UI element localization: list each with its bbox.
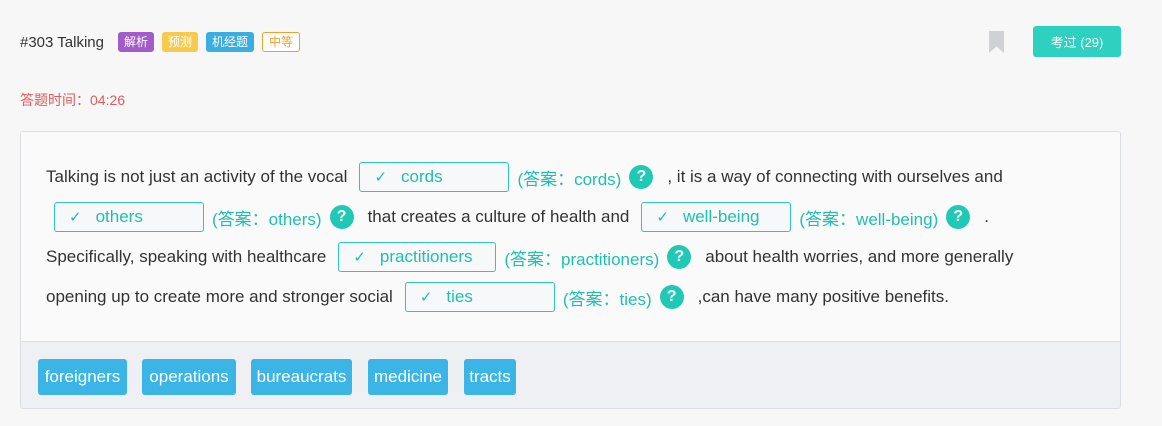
blank-value: practitioners	[379, 247, 473, 266]
blank-field[interactable]: ✓ well-being	[641, 202, 792, 232]
help-icon[interactable]: ?	[946, 205, 971, 229]
word-chip[interactable]: operations	[142, 359, 236, 395]
passage-line: Talking is not just an activity of the v…	[46, 162, 1003, 192]
blank-value: cords	[401, 167, 443, 186]
blank-field[interactable]: ✓ ties	[404, 282, 555, 312]
blank-field[interactable]: ✓ cords	[359, 162, 510, 192]
check-icon: ✓	[656, 209, 669, 226]
blank-value: others	[95, 207, 143, 226]
tag-analysis[interactable]: 解析	[117, 32, 154, 52]
tag-exam-question: 机经题	[206, 32, 255, 52]
help-icon[interactable]: ?	[629, 165, 654, 189]
blank-value: well-being	[682, 207, 760, 226]
word-bank: foreigners operations bureaucrats medici…	[21, 341, 1120, 408]
passage-text: .	[984, 207, 989, 226]
passage-text: Specifically, speaking with healthcare	[46, 247, 327, 266]
check-icon: ✓	[374, 169, 388, 186]
help-icon[interactable]: ?	[329, 205, 354, 229]
passage-text: Talking is not just an activity of the v…	[46, 167, 348, 186]
correct-answer: (答案：well-being)	[799, 209, 939, 229]
help-icon[interactable]: ?	[659, 285, 684, 309]
word-chip[interactable]: foreigners	[38, 359, 127, 395]
question-header: #303 Talking 解析 预测 机经题 中等	[20, 30, 308, 54]
check-icon: ✓	[69, 209, 82, 226]
passage-text: ,can have many positive benefits.	[697, 287, 949, 306]
passed-count-button[interactable]: 考过 (29)	[1033, 26, 1121, 57]
word-chip[interactable]: medicine	[368, 359, 448, 395]
question-title: #303 Talking	[20, 33, 104, 51]
blank-field[interactable]: ✓ practitioners	[338, 242, 497, 272]
question-card: Talking is not just an activity of the v…	[20, 131, 1121, 409]
help-icon[interactable]: ?	[667, 245, 692, 269]
correct-answer: (答案：practitioners)	[504, 249, 660, 269]
passage-text: about health worries, and more generally	[705, 247, 1014, 266]
tag-prediction: 预测	[161, 32, 198, 52]
passage-line: ✓ others (答案：others) ? that creates a cu…	[46, 202, 989, 232]
correct-answer: (答案：others)	[212, 209, 322, 229]
check-icon: ✓	[419, 289, 433, 306]
answer-timer: 答题时间：04:26	[20, 92, 126, 108]
blank-field[interactable]: ✓ others	[54, 202, 204, 232]
word-chip[interactable]: bureaucrats	[251, 359, 352, 395]
passage-text: that creates a culture of health and	[367, 207, 630, 226]
check-icon: ✓	[353, 249, 366, 266]
bookmark-icon[interactable]	[988, 30, 1005, 54]
word-chip[interactable]: tracts	[464, 359, 516, 395]
passage-line: Specifically, speaking with healthcare ✓…	[46, 242, 1013, 272]
passage-text: opening up to create more and stronger s…	[46, 287, 393, 306]
correct-answer: (答案：ties)	[562, 289, 652, 309]
passage-text: , it is a way of connecting with ourselv…	[667, 167, 1003, 186]
passage-line: opening up to create more and stronger s…	[46, 282, 949, 312]
tag-difficulty: 中等	[262, 32, 301, 52]
passage: Talking is not just an activity of the v…	[21, 132, 1120, 342]
blank-value: ties	[446, 287, 473, 306]
correct-answer: (答案：cords)	[517, 169, 622, 189]
